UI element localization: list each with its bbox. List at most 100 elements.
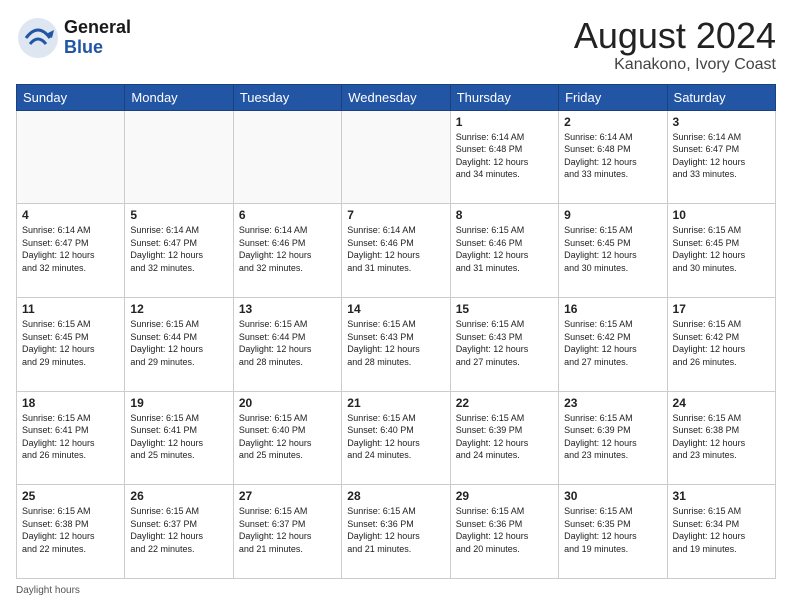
footer-label: Daylight hours xyxy=(16,585,80,596)
logo-icon xyxy=(16,16,60,60)
table-row: 27 Sunrise: 6:15 AM Sunset: 6:37 PM Dayli… xyxy=(233,485,341,579)
col-saturday: Saturday xyxy=(667,84,775,110)
day-number: 7 xyxy=(347,208,444,222)
day-info: Sunrise: 6:15 AM Sunset: 6:34 PM Dayligh… xyxy=(673,505,770,555)
day-info: Sunrise: 6:15 AM Sunset: 6:41 PM Dayligh… xyxy=(22,412,119,462)
day-info: Sunrise: 6:15 AM Sunset: 6:43 PM Dayligh… xyxy=(347,318,444,368)
day-number: 21 xyxy=(347,396,444,410)
table-row: 3 Sunrise: 6:14 AM Sunset: 6:47 PM Daylig… xyxy=(667,110,775,204)
header: General Blue August 2024 Kanakono, Ivory… xyxy=(16,16,776,74)
table-row: 26Sunrise: 6:15 AM Sunset: 6:37 PM Dayli… xyxy=(125,485,233,579)
footer: Daylight hours xyxy=(16,585,776,596)
day-number: 6 xyxy=(239,208,336,222)
day-info: Sunrise: 6:15 AM Sunset: 6:42 PM Dayligh… xyxy=(564,318,661,368)
day-info: Sunrise: 6:15 AM Sunset: 6:41 PM Dayligh… xyxy=(130,412,227,462)
day-number: 4 xyxy=(22,208,119,222)
logo-blue: Blue xyxy=(64,38,131,58)
day-number: 16 xyxy=(564,302,661,316)
day-number: 3 xyxy=(673,115,770,129)
day-number: 31 xyxy=(673,489,770,503)
table-row: 11Sunrise: 6:15 AM Sunset: 6:45 PM Dayli… xyxy=(17,297,125,391)
table-row: 17 Sunrise: 6:15 AM Sunset: 6:42 PM Dayli… xyxy=(667,297,775,391)
calendar-week-row: 4 Sunrise: 6:14 AM Sunset: 6:47 PM Daylig… xyxy=(17,204,776,298)
table-row: 31 Sunrise: 6:15 AM Sunset: 6:34 PM Dayli… xyxy=(667,485,775,579)
day-number: 5 xyxy=(130,208,227,222)
day-number: 1 xyxy=(456,115,553,129)
day-number: 17 xyxy=(673,302,770,316)
calendar-title: August 2024 xyxy=(574,16,776,56)
day-number: 20 xyxy=(239,396,336,410)
day-info: Sunrise: 6:15 AM Sunset: 6:44 PM Dayligh… xyxy=(239,318,336,368)
day-info: Sunrise: 6:14 AM Sunset: 6:47 PM Dayligh… xyxy=(673,131,770,181)
table-row: 16 Sunrise: 6:15 AM Sunset: 6:42 PM Dayli… xyxy=(559,297,667,391)
day-info: Sunrise: 6:15 AM Sunset: 6:37 PM Dayligh… xyxy=(130,505,227,555)
day-number: 23 xyxy=(564,396,661,410)
day-info: Sunrise: 6:15 AM Sunset: 6:39 PM Dayligh… xyxy=(564,412,661,462)
calendar-week-row: 11Sunrise: 6:15 AM Sunset: 6:45 PM Dayli… xyxy=(17,297,776,391)
day-info: Sunrise: 6:15 AM Sunset: 6:35 PM Dayligh… xyxy=(564,505,661,555)
table-row: 4Sunrise: 6:14 AM Sunset: 6:47 PM Daylig… xyxy=(17,204,125,298)
col-tuesday: Tuesday xyxy=(233,84,341,110)
day-info: Sunrise: 6:14 AM Sunset: 6:46 PM Dayligh… xyxy=(347,224,444,274)
logo-label: General Blue xyxy=(64,18,131,58)
table-row: 14 Sunrise: 6:15 AM Sunset: 6:43 PM Dayli… xyxy=(342,297,450,391)
table-row: 18 Sunrise: 6:15 AM Sunset: 6:41 PM Dayli… xyxy=(17,391,125,485)
day-info: Sunrise: 6:14 AM Sunset: 6:48 PM Dayligh… xyxy=(456,131,553,181)
table-row: 28Sunrise: 6:15 AM Sunset: 6:36 PM Dayli… xyxy=(342,485,450,579)
table-row: 5 Sunrise: 6:14 AM Sunset: 6:47 PM Daylig… xyxy=(125,204,233,298)
day-number: 8 xyxy=(456,208,553,222)
day-info: Sunrise: 6:15 AM Sunset: 6:36 PM Dayligh… xyxy=(456,505,553,555)
col-thursday: Thursday xyxy=(450,84,558,110)
table-row xyxy=(342,110,450,204)
day-number: 15 xyxy=(456,302,553,316)
day-number: 2 xyxy=(564,115,661,129)
day-number: 10 xyxy=(673,208,770,222)
calendar-header-row: Sunday Monday Tuesday Wednesday Thursday… xyxy=(17,84,776,110)
day-number: 25 xyxy=(22,489,119,503)
col-sunday: Sunday xyxy=(17,84,125,110)
table-row: 13 Sunrise: 6:15 AM Sunset: 6:44 PM Dayli… xyxy=(233,297,341,391)
col-wednesday: Wednesday xyxy=(342,84,450,110)
day-info: Sunrise: 6:14 AM Sunset: 6:47 PM Dayligh… xyxy=(130,224,227,274)
day-number: 24 xyxy=(673,396,770,410)
day-info: Sunrise: 6:15 AM Sunset: 6:46 PM Dayligh… xyxy=(456,224,553,274)
col-friday: Friday xyxy=(559,84,667,110)
table-row xyxy=(125,110,233,204)
calendar-subtitle: Kanakono, Ivory Coast xyxy=(574,56,776,74)
table-row: 30 Sunrise: 6:15 AM Sunset: 6:35 PM Dayli… xyxy=(559,485,667,579)
table-row: 22 Sunrise: 6:15 AM Sunset: 6:39 PM Dayli… xyxy=(450,391,558,485)
day-info: Sunrise: 6:15 AM Sunset: 6:44 PM Dayligh… xyxy=(130,318,227,368)
table-row: 8 Sunrise: 6:15 AM Sunset: 6:46 PM Daylig… xyxy=(450,204,558,298)
table-row xyxy=(233,110,341,204)
day-info: Sunrise: 6:15 AM Sunset: 6:37 PM Dayligh… xyxy=(239,505,336,555)
day-number: 14 xyxy=(347,302,444,316)
table-row: 23 Sunrise: 6:15 AM Sunset: 6:39 PM Dayli… xyxy=(559,391,667,485)
day-number: 9 xyxy=(564,208,661,222)
table-row: 1 Sunrise: 6:14 AM Sunset: 6:48 PM Daylig… xyxy=(450,110,558,204)
table-row: 12Sunrise: 6:15 AM Sunset: 6:44 PM Dayli… xyxy=(125,297,233,391)
logo: General Blue xyxy=(16,16,131,60)
day-info: Sunrise: 6:15 AM Sunset: 6:45 PM Dayligh… xyxy=(564,224,661,274)
day-number: 13 xyxy=(239,302,336,316)
day-number: 22 xyxy=(456,396,553,410)
table-row: 21 Sunrise: 6:15 AM Sunset: 6:40 PM Dayli… xyxy=(342,391,450,485)
day-info: Sunrise: 6:15 AM Sunset: 6:38 PM Dayligh… xyxy=(673,412,770,462)
table-row: 19 Sunrise: 6:15 AM Sunset: 6:41 PM Dayli… xyxy=(125,391,233,485)
page: General Blue August 2024 Kanakono, Ivory… xyxy=(0,0,792,612)
day-info: Sunrise: 6:14 AM Sunset: 6:48 PM Dayligh… xyxy=(564,131,661,181)
day-info: Sunrise: 6:15 AM Sunset: 6:40 PM Dayligh… xyxy=(347,412,444,462)
table-row: 15 Sunrise: 6:15 AM Sunset: 6:43 PM Dayli… xyxy=(450,297,558,391)
day-number: 18 xyxy=(22,396,119,410)
day-info: Sunrise: 6:15 AM Sunset: 6:42 PM Dayligh… xyxy=(673,318,770,368)
day-info: Sunrise: 6:15 AM Sunset: 6:39 PM Dayligh… xyxy=(456,412,553,462)
col-monday: Monday xyxy=(125,84,233,110)
day-number: 27 xyxy=(239,489,336,503)
day-info: Sunrise: 6:15 AM Sunset: 6:43 PM Dayligh… xyxy=(456,318,553,368)
table-row: 9 Sunrise: 6:15 AM Sunset: 6:45 PM Daylig… xyxy=(559,204,667,298)
day-number: 29 xyxy=(456,489,553,503)
day-number: 11 xyxy=(22,302,119,316)
day-number: 19 xyxy=(130,396,227,410)
logo-general: General xyxy=(64,18,131,38)
calendar-table: Sunday Monday Tuesday Wednesday Thursday… xyxy=(16,84,776,579)
day-number: 30 xyxy=(564,489,661,503)
